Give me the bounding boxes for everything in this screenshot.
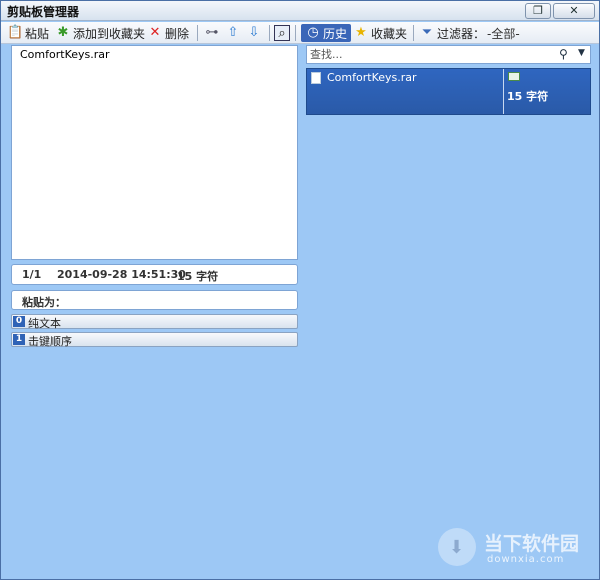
magnifier-page-icon: ⌕ (274, 25, 290, 41)
delete-x-icon: ✕ (149, 25, 161, 40)
search-input[interactable] (310, 47, 550, 62)
search-box: ⚲ ▼ (306, 45, 591, 64)
chevron-down-icon[interactable]: ▼ (578, 48, 585, 58)
option-number-badge: 0 (13, 316, 25, 327)
watermark-title: 当下软件园 (484, 533, 580, 555)
restore-button[interactable]: ❐ (525, 3, 551, 19)
move-up-button[interactable]: ⇧ (225, 24, 241, 42)
favorites-label: 收藏夹 (371, 26, 408, 41)
delete-label: 删除 (165, 26, 190, 41)
toolbar-separator (197, 25, 198, 41)
arrow-down-icon: ⇩ (248, 25, 260, 40)
history-label: 历史 (323, 26, 348, 41)
watermark-url: downxia.com (487, 554, 565, 565)
text-type-icon (508, 72, 520, 81)
paste-as-header: 粘贴为： (11, 290, 298, 310)
paste-option-keystroke[interactable]: 1 击键顺序 (11, 332, 298, 348)
filter-label: 过滤器： (437, 26, 486, 41)
filter-dropdown[interactable]: ⏷ 过滤器： -全部- (419, 24, 520, 42)
clipboard-icon: 📋 (7, 25, 24, 40)
delete-button[interactable]: ✕ 删除 (147, 24, 189, 42)
paste-as-label: 粘贴为： (22, 296, 66, 309)
star-add-icon: ✱ (57, 25, 69, 40)
tree-icon: ⊶ (205, 25, 219, 40)
preview-button[interactable]: ⌕ (274, 24, 290, 42)
option-label: 击键顺序 (28, 335, 72, 348)
paste-option-plain-text[interactable]: 0 纯文本 (11, 314, 298, 330)
download-arrow-icon: ⬇ (449, 537, 465, 558)
column-divider (503, 69, 504, 114)
file-icon (311, 72, 321, 84)
arrow-up-icon: ⇧ (227, 25, 239, 40)
item-size: 15 字符 (177, 270, 219, 283)
tab-favorites[interactable]: ★ 收藏夹 (353, 24, 407, 42)
paste-label: 粘贴 (25, 26, 50, 41)
entry-size: 15 字符 (507, 90, 549, 103)
clock-icon: ◷ (307, 25, 319, 40)
option-number-badge: 1 (13, 334, 25, 345)
toolbar-separator (269, 25, 270, 41)
toolbar-separator (295, 25, 296, 41)
window-title: 剪贴板管理器 (7, 5, 80, 19)
move-down-button[interactable]: ⇩ (246, 24, 262, 42)
close-button[interactable]: ✕ (553, 3, 595, 19)
item-position: 1/1 (22, 268, 42, 281)
add-favorite-label: 添加到收藏夹 (73, 26, 146, 41)
clipboard-manager-window: 剪贴板管理器 ❐ ✕ 📋 粘贴 ✱ 添加到收藏夹 ✕ 删除 ⊶ ⇧ ⇩ ⌕ ◷ … (0, 0, 600, 580)
list-item[interactable]: ComfortKeys.rar 15 字符 (306, 68, 591, 115)
tab-history[interactable]: ◷ 历史 (301, 24, 352, 42)
close-icon: ✕ (569, 4, 579, 17)
content-text: ComfortKeys.rar (20, 48, 110, 61)
content-preview[interactable]: ComfortKeys.rar (11, 45, 298, 260)
toolbar-separator (413, 25, 414, 41)
funnel-icon: ⏷ (421, 25, 433, 40)
star-icon: ★ (355, 25, 367, 40)
option-label: 纯文本 (28, 317, 61, 330)
filter-value: -全部- (487, 26, 520, 41)
info-bar: 1/1 2014-09-28 14:51:30 15 字符 (11, 264, 298, 285)
add-favorite-button[interactable]: ✱ 添加到收藏夹 (55, 24, 145, 42)
item-timestamp: 2014-09-28 14:51:30 (57, 268, 186, 281)
restore-icon: ❐ (533, 4, 543, 17)
title-bar[interactable]: 剪贴板管理器 ❐ ✕ (1, 1, 599, 21)
toolbar: 📋 粘贴 ✱ 添加到收藏夹 ✕ 删除 ⊶ ⇧ ⇩ ⌕ ◷ 历史 ★ 收藏夹 ⏷ … (1, 22, 599, 44)
tree-view-button[interactable]: ⊶ (204, 24, 220, 42)
search-icon[interactable]: ⚲ (559, 47, 568, 61)
paste-button[interactable]: 📋 粘贴 (7, 24, 49, 42)
entry-name: ComfortKeys.rar (327, 71, 417, 84)
